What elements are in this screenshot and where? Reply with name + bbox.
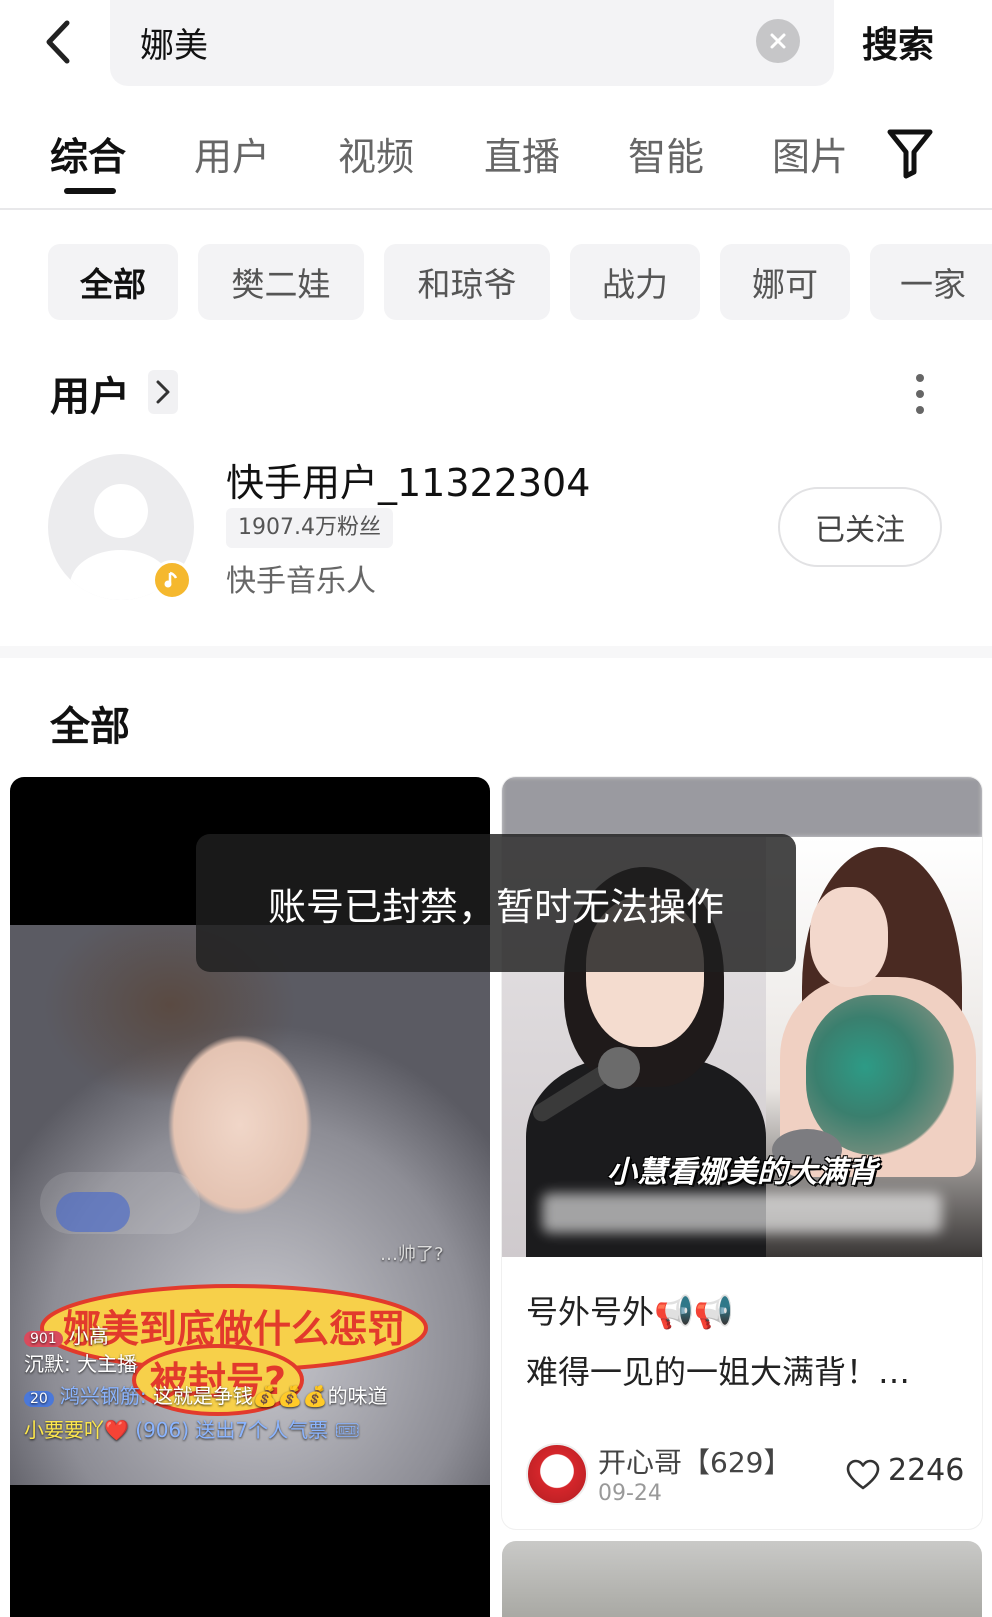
avatar-placeholder-head — [94, 484, 148, 538]
search-field[interactable]: 娜美 — [110, 0, 834, 86]
more-vertical-icon[interactable] — [910, 372, 930, 416]
comment-user: 沉默: — [24, 1352, 71, 1376]
comment-text: 大主播 — [77, 1352, 138, 1376]
thumb-blur-bar — [542, 1193, 942, 1233]
stamp-text-line1: 娜美到底做什么惩罚 — [63, 1307, 405, 1351]
follow-button[interactable]: 已关注 — [778, 487, 942, 567]
heart-icon[interactable] — [846, 1459, 880, 1491]
card-title-line2[interactable]: 难得一见的一姐大满背！… — [526, 1347, 910, 1393]
video-card-next[interactable] — [502, 1541, 982, 1617]
thumb-figure — [810, 887, 888, 987]
tab-smart[interactable]: 智能 — [628, 126, 704, 181]
chip-keyword[interactable]: 和琼爷 — [384, 244, 550, 320]
tab-images[interactable]: 图片 — [772, 126, 848, 181]
chip-keyword[interactable]: 樊二娃 — [198, 244, 364, 320]
search-input[interactable]: 娜美 — [140, 18, 208, 67]
clear-button[interactable] — [756, 19, 800, 63]
live-sticker — [56, 1192, 130, 1232]
chip-keyword[interactable]: 娜可 — [720, 244, 850, 320]
active-tab-indicator — [64, 188, 116, 194]
live-comment: 901 小高 — [24, 1320, 109, 1349]
comment-user: 小要要吖❤️ — [24, 1418, 129, 1442]
back-button[interactable] — [38, 14, 78, 70]
chevron-left-icon — [46, 20, 70, 64]
like-count: 2246 — [888, 1453, 965, 1488]
category-tabs: 综合 用户 视频 直播 智能 图片 — [0, 100, 992, 210]
thumbnail-caption: 小慧看娜美的大满背 — [607, 1155, 877, 1190]
tab-users[interactable]: 用户 — [194, 126, 270, 181]
chevron-right-icon — [156, 380, 170, 404]
chip-all[interactable]: 全部 — [48, 244, 178, 320]
search-button[interactable]: 搜索 — [862, 16, 934, 68]
user-name[interactable]: 快手用户_11322304 — [226, 452, 590, 507]
user-role: 快手音乐人 — [226, 564, 376, 599]
keyword-chips: 全部 樊二娃 和琼爷 战力 娜可 一家 — [0, 244, 992, 320]
fans-count-badge: 1907.4万粉丝 — [226, 508, 393, 548]
post-date: 09-24 — [598, 1481, 662, 1506]
level-tag: 20 — [24, 1391, 54, 1407]
music-note-icon — [164, 571, 178, 588]
music-badge — [152, 560, 192, 600]
search-header: 娜美 搜索 — [0, 0, 992, 86]
comment-user: 鸿兴钢筋: — [59, 1384, 147, 1408]
thumb-tattoo — [806, 995, 954, 1155]
comment-text: 这就是争钱💰💰💰的味道 — [152, 1384, 388, 1408]
comment-text: 小高 — [68, 1324, 109, 1348]
tab-videos[interactable]: 视频 — [338, 126, 414, 181]
comment-text: (906) 送出7个人气票 🎟 — [135, 1418, 360, 1442]
author-name[interactable]: 开心哥【629】 — [598, 1441, 791, 1481]
level-tag: 901 — [24, 1331, 63, 1347]
clear-icon — [770, 33, 786, 49]
card-title-line1[interactable]: 号外号外📢📢 — [526, 1287, 734, 1333]
live-comment: 沉默: 大主播 — [24, 1348, 137, 1377]
live-comment: 小要要吖❤️ (906) 送出7个人气票 🎟 — [24, 1414, 360, 1443]
thumb-blur-strip — [502, 777, 982, 837]
author-avatar[interactable] — [526, 1443, 588, 1505]
live-comment: …帅了? — [380, 1244, 444, 1265]
filter-icon[interactable] — [886, 128, 934, 180]
all-section-title: 全部 — [50, 704, 130, 750]
chip-keyword[interactable]: 一家 — [870, 244, 992, 320]
users-section-title[interactable]: 用户 — [50, 364, 130, 422]
toast-message: 账号已封禁，暂时无法操作 — [196, 834, 796, 972]
chip-keyword[interactable]: 战力 — [570, 244, 700, 320]
tab-comprehensive[interactable]: 综合 — [50, 126, 126, 181]
live-comment: 20 鸿兴钢筋: 这就是争钱💰💰💰的味道 — [24, 1380, 388, 1409]
microphone-head — [598, 1047, 640, 1089]
section-divider — [0, 646, 992, 658]
tab-live[interactable]: 直播 — [484, 126, 560, 181]
users-more-button[interactable] — [148, 370, 178, 414]
